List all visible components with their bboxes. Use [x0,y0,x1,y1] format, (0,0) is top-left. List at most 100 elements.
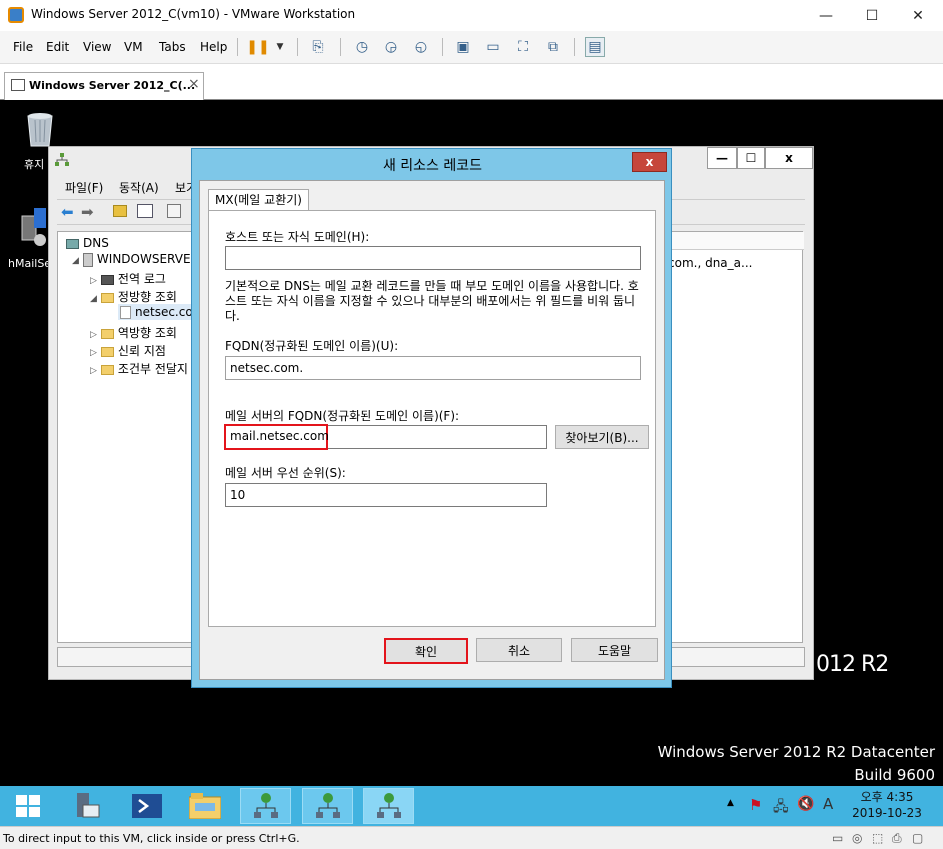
minimize-button[interactable]: — [803,0,849,31]
menu-vm[interactable]: VM [124,40,143,54]
dns-taskbar-button-1[interactable] [240,788,291,824]
tree-item-label: 전역 로그 [117,272,166,286]
dns-close-button[interactable]: x [765,147,813,169]
vm-tab-strip: Windows Server 2012_C(... × [0,64,943,100]
tree-item-dns[interactable]: DNS [66,236,109,250]
maximize-button[interactable]: ☐ [849,0,895,31]
tree-item-label: 정방향 조회 [117,290,177,304]
back-arrow-icon[interactable]: ⬅ [61,203,74,221]
expanded-arrow-icon[interactable]: ◢ [72,256,79,266]
menu-edit[interactable]: Edit [46,40,69,54]
help-button[interactable]: 도움말 [571,638,658,662]
server-manager-button[interactable] [59,788,110,824]
collapsed-arrow-icon[interactable]: ▷ [90,348,97,358]
dns-network-icon [253,793,278,818]
tree-item-forward-lookup[interactable]: ◢ 정방향 조회 [90,288,177,305]
start-button[interactable] [2,788,53,824]
menu-help[interactable]: Help [200,40,227,54]
dns-network-icon [315,793,340,818]
folder-icon [100,328,114,339]
tree-item-label: netsec.co [135,305,193,319]
tree-item-zone[interactable]: netsec.co [118,304,195,320]
network-status-icon[interactable]: 🖧 [773,796,789,820]
hard-disk-icon[interactable]: ▭ [832,831,843,845]
close-button[interactable]: ✕ [895,0,941,31]
watermark-line2: Build 9600 [854,766,935,784]
file-explorer-button[interactable] [179,788,230,824]
tree-item-trust-points[interactable]: ▷ 신뢰 지점 [90,342,166,359]
show-hide-tree-icon[interactable] [137,204,153,218]
tree-item-reverse-lookup[interactable]: ▷ 역방향 조회 [90,324,177,341]
properties-icon[interactable] [167,204,181,218]
show-library-icon[interactable]: ▣ [453,37,473,57]
guest-desktop[interactable]: 휴지 hMailSe — ☐ x 파일(F) 동작(A) 보기 ⬅ ➡ DNS … [0,100,943,786]
clock[interactable]: 오후 4:35 2019-10-23 [846,789,928,821]
collapsed-arrow-icon[interactable]: ▷ [90,330,97,340]
mail-server-value: mail.netsec.com [230,429,329,443]
mail-server-label: 메일 서버의 FQDN(정규화된 도메인 이름)(F): [225,409,460,423]
host-input[interactable] [225,246,641,270]
thumbnail-bar-icon[interactable]: ▭ [483,37,503,57]
dns-taskbar-button-2[interactable] [302,788,353,824]
dialog-title: 새 리소스 레코드 [382,158,483,174]
up-folder-icon[interactable] [113,205,127,217]
cd-rom-icon[interactable]: ◎ [852,831,862,845]
display-icon[interactable]: ▢ [912,831,923,845]
send-ctrl-alt-del-icon[interactable]: ⎘ [308,37,328,57]
volume-muted-icon[interactable]: 🔇 [797,796,814,812]
menu-view[interactable]: View [83,40,111,54]
network-adapter-icon[interactable]: ⬚ [872,831,883,845]
dns-menu-action[interactable]: 동작(A) [119,179,159,196]
tree-item-label: WINDOWSERVEF [96,252,198,266]
details-column-header[interactable] [650,232,804,250]
dns-taskbar-button-3[interactable] [363,788,414,824]
window-title: Windows Server 2012_C(vm10) - VMware Wor… [31,7,356,21]
ok-button[interactable]: 확인 [384,638,468,664]
snapshot-take-icon[interactable]: ◷ [352,37,372,57]
expanded-arrow-icon[interactable]: ◢ [90,294,97,304]
pause-icon[interactable]: ❚❚ [246,37,269,57]
vm-tab[interactable]: Windows Server 2012_C(... × [4,72,204,100]
hmailserver-icon[interactable] [18,206,48,250]
tree-item-label: 조건부 전달지 [117,362,188,376]
full-screen-icon[interactable]: ⛶ [513,37,533,57]
menu-file[interactable]: File [13,40,33,54]
mx-tab-panel: 호스트 또는 자식 도메인(H): 기본적으로 DNS는 메일 교환 레코드를 … [208,210,656,627]
tree-item-server[interactable]: ◢ WINDOWSERVEF [72,252,197,267]
tab-mx[interactable]: MX(메일 교환기) [208,189,309,211]
console-view-icon[interactable]: ▤ [585,37,605,57]
dns-minimize-button[interactable]: — [707,147,737,169]
cancel-button[interactable]: 취소 [476,638,562,662]
forward-arrow-icon[interactable]: ➡ [81,203,94,221]
close-tab-icon[interactable]: × [188,76,200,92]
dns-maximize-button[interactable]: ☐ [737,147,765,169]
folder-icon [100,346,114,357]
show-hidden-icons-icon[interactable]: ▲ [727,798,734,808]
collapsed-arrow-icon[interactable]: ▷ [90,276,97,286]
powershell-button[interactable] [121,788,172,824]
menu-tabs[interactable]: Tabs [159,40,186,54]
windows-logo-icon [15,795,40,817]
fqdn-field: netsec.com. [225,356,641,380]
tree-item-conditional-forwarders[interactable]: ▷ 조건부 전달지 [90,360,188,377]
recycle-bin-icon[interactable] [22,108,58,148]
unity-icon[interactable]: ⧉ [543,37,563,57]
browse-button[interactable]: 찾아보기(B)... [555,425,649,449]
ime-indicator[interactable]: A [823,795,833,813]
priority-input[interactable]: 10 [225,483,547,507]
printer-icon[interactable]: ⎙ [892,831,902,846]
collapsed-arrow-icon[interactable]: ▷ [90,366,97,376]
status-text: To direct input to this VM, click inside… [3,832,300,845]
powershell-icon [131,794,162,818]
action-center-flag-icon[interactable]: ⚑ [749,796,762,814]
chevron-down-icon[interactable]: ▼ [270,37,290,57]
dns-details-pane: com., dna_a... . [649,231,804,643]
dns-app-icon [55,153,69,167]
snapshot-revert-icon[interactable]: ◶ [381,37,401,57]
toolbar-separator [237,38,238,56]
snapshot-manager-icon[interactable]: ◵ [411,37,431,57]
dns-menu-file[interactable]: 파일(F) [65,179,103,196]
clock-date: 2019-10-23 [852,806,922,820]
tree-item-global-log[interactable]: ▷ 전역 로그 [90,270,166,287]
dialog-close-button[interactable]: x [632,152,667,172]
